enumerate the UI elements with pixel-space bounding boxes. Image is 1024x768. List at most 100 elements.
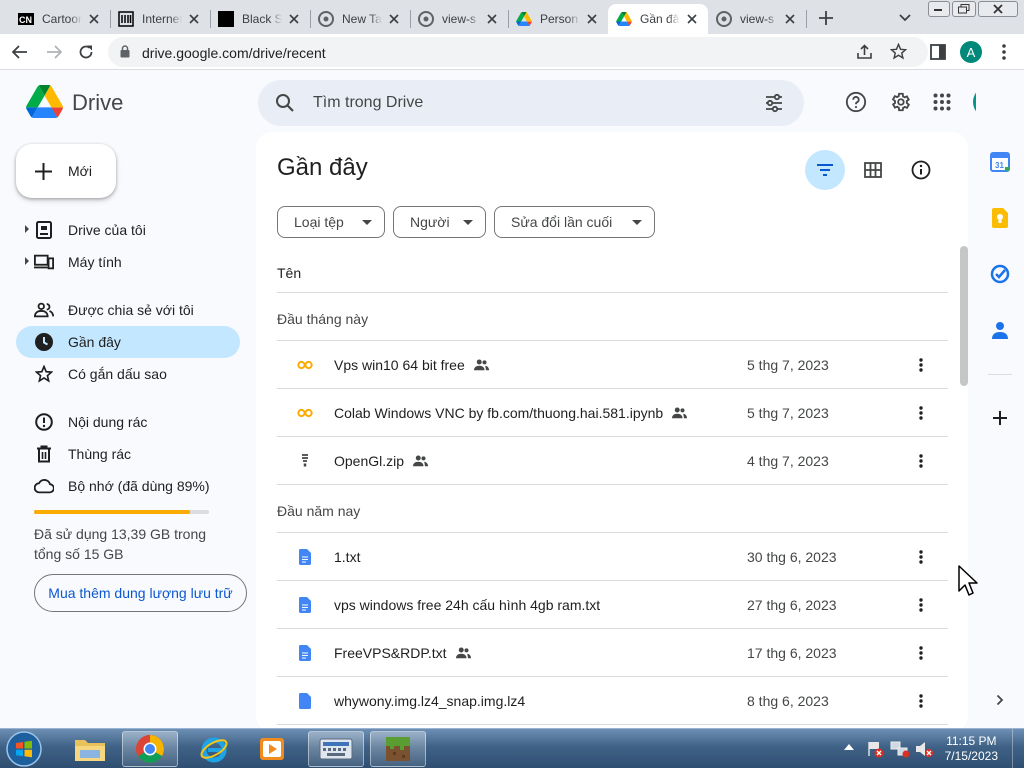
sidebar-item-starred[interactable]: Có gắn dấu sao [16,358,240,390]
settings-gear-icon[interactable] [880,82,920,122]
minimize-window-icon[interactable] [928,1,950,17]
more-actions-icon[interactable] [909,689,933,713]
share-icon[interactable] [856,44,873,60]
system-clock[interactable]: 11:15 PM 7/15/2023 [945,734,998,764]
more-actions-icon[interactable] [909,593,933,617]
grid-view-icon[interactable] [853,150,893,190]
help-icon[interactable] [836,82,876,122]
close-tab-icon[interactable] [386,11,402,27]
buy-storage-button[interactable]: Mua thêm dung lượng lưu trữ [34,574,247,612]
address-bar[interactable]: drive.google.com/drive/recent [108,37,928,67]
collapse-panel-chevron-icon[interactable] [984,684,1016,716]
tasks-icon[interactable] [984,258,1016,290]
search-input[interactable]: Tìm trong Drive [313,94,423,112]
sidebar-item-spam[interactable]: Nội dung rác [16,406,240,438]
side-panel: 31 [976,70,1024,728]
bookmark-star-icon[interactable] [890,43,907,60]
new-tab-icon[interactable] [816,8,836,28]
file-row[interactable]: Vps win10 64 bit free 5 thg 7, 2023 [277,341,948,389]
search-icon[interactable] [275,93,295,113]
vertical-scrollbar[interactable] [960,246,968,386]
sidebar-item-recent[interactable]: Gần đây [16,326,240,358]
search-options-icon[interactable] [764,93,784,113]
taskbar-media-button[interactable] [244,731,300,767]
browser-tab[interactable]: Person [508,4,608,34]
more-menu-icon[interactable] [990,34,1018,70]
file-row[interactable]: OpenGl.zip 4 thg 7, 2023 [277,437,948,485]
close-tab-icon[interactable] [186,11,202,27]
contacts-icon[interactable] [984,314,1016,346]
more-actions-icon[interactable] [909,401,933,425]
file-row[interactable]: vps windows free 24h cấu hình 4gb ram.tx… [277,581,948,629]
apps-grid-icon[interactable] [922,82,962,122]
file-row[interactable]: whywony.img.lz4_snap.img.lz4 8 thg 6, 20… [277,677,948,725]
filter-type-chip[interactable]: Loại tệp [277,206,385,238]
action-center-flag-icon[interactable] [866,740,884,758]
tab-search-icon[interactable] [896,10,914,26]
column-header-name[interactable]: Tên [277,265,301,281]
restore-window-icon[interactable] [952,1,976,17]
taskbar-explorer-button[interactable] [62,731,118,767]
more-actions-icon[interactable] [909,545,933,569]
browser-tab[interactable]: New Tab [310,4,410,34]
mouse-cursor-icon [958,565,980,597]
network-icon[interactable] [890,740,910,758]
internet-explorer-icon [200,737,228,763]
browser-tab-active[interactable]: Gần đây [608,4,708,34]
file-row[interactable]: 1.txt 30 thg 6, 2023 [277,533,948,581]
calendar-icon[interactable]: 31 [984,146,1016,178]
sidebar-item-my-drive[interactable]: Drive của tôi [16,214,240,246]
sidebar-item-storage[interactable]: Bộ nhớ (đã dùng 89%) [16,470,240,502]
lock-icon[interactable] [120,45,130,58]
sidebar-item-trash[interactable]: Thùng rác [16,438,240,470]
close-window-icon[interactable] [978,1,1018,17]
filter-modified-chip[interactable]: Sửa đổi lần cuối [494,206,655,238]
volume-muted-icon[interactable] [914,740,934,758]
close-tab-icon[interactable] [484,11,500,27]
start-button[interactable] [4,730,44,768]
taskbar-minecraft-button[interactable] [370,731,426,767]
close-tab-icon[interactable] [782,11,798,27]
sidebar-item-shared[interactable]: Được chia sẻ với tôi [16,294,240,326]
close-tab-icon[interactable] [584,11,600,27]
close-tab-icon[interactable] [86,11,102,27]
taskbar-ie-button[interactable] [186,731,242,767]
filter-people-chip[interactable]: Người [393,206,486,238]
tab-title: New Tab [342,12,382,26]
reload-icon[interactable] [72,34,100,70]
add-addon-plus-icon[interactable] [984,402,1016,434]
taskbar-chrome-button[interactable] [122,731,178,767]
close-tab-icon[interactable] [684,11,700,27]
search-bar[interactable]: Tìm trong Drive [258,80,804,126]
drive-app: Drive Tìm trong Drive A Mới Drive của tô… [0,70,1024,728]
back-icon[interactable] [6,34,34,70]
taskbar-osk-button[interactable] [308,731,364,767]
browser-tab[interactable]: Black S [210,4,310,34]
keep-icon[interactable] [984,202,1016,234]
info-icon[interactable] [901,150,941,190]
sidebar-item-computers[interactable]: Máy tính [16,246,240,278]
browser-tab[interactable]: CN Cartoon [10,4,110,34]
expand-caret-icon[interactable] [24,225,30,233]
browser-tab[interactable]: view-s [708,4,806,34]
app-name[interactable]: Drive [72,90,123,116]
more-actions-icon[interactable] [909,641,933,665]
drive-logo-icon[interactable] [26,85,63,118]
file-row[interactable]: Colab Windows VNC by fb.com/thuong.hai.5… [277,389,948,437]
more-actions-icon[interactable] [909,449,933,473]
document-file-icon [297,549,313,565]
side-panel-icon[interactable] [924,34,952,70]
forward-icon[interactable] [40,34,68,70]
filter-sort-icon[interactable] [805,150,845,190]
new-button[interactable]: Mới [16,144,116,198]
close-tab-icon[interactable] [286,11,302,27]
browser-tab[interactable]: view-s [410,4,508,34]
expand-caret-icon[interactable] [24,257,30,265]
profile-avatar[interactable]: A [960,41,982,63]
show-desktop-button[interactable] [1012,729,1024,768]
more-actions-icon[interactable] [909,353,933,377]
file-row[interactable]: FreeVPS&RDP.txt 17 thg 6, 2023 [277,629,948,677]
show-hidden-icons-icon[interactable] [844,743,854,751]
file-name: whywony.img.lz4_snap.img.lz4 [334,693,526,709]
browser-tab[interactable]: Internet [110,4,210,34]
